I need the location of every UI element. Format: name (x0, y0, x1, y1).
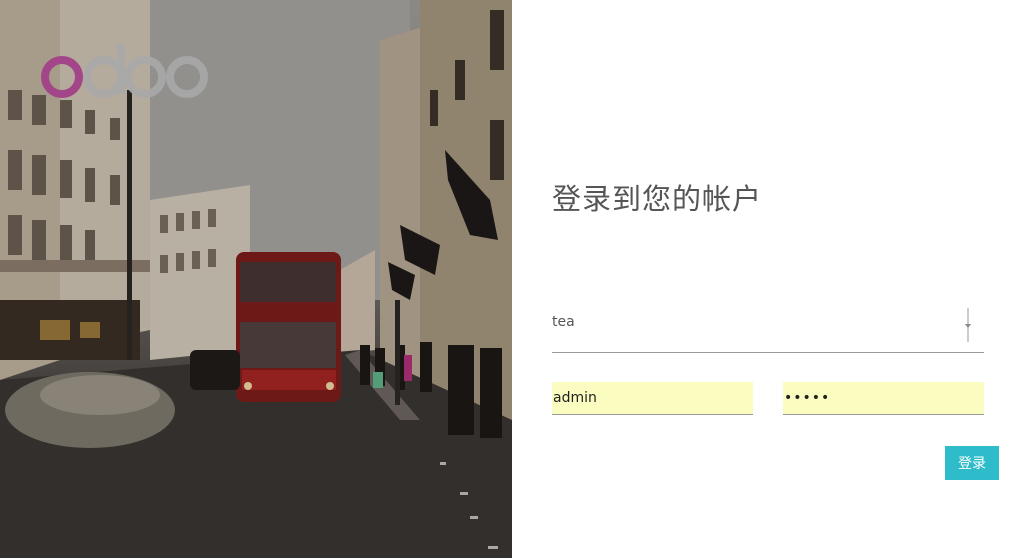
odoo-logo-icon (41, 44, 208, 98)
database-field[interactable] (552, 310, 952, 334)
page-title: 登录到您的帐户 (552, 182, 763, 216)
login-field[interactable] (552, 382, 753, 415)
dropdown-arrow-icon[interactable] (962, 308, 974, 342)
password-field[interactable] (783, 382, 984, 415)
login-button[interactable]: 登录 (945, 446, 999, 480)
database-selector[interactable] (552, 302, 984, 353)
login-panel: 登录到您的帐户 登录 (512, 0, 1024, 558)
hero-background-image (0, 0, 512, 558)
